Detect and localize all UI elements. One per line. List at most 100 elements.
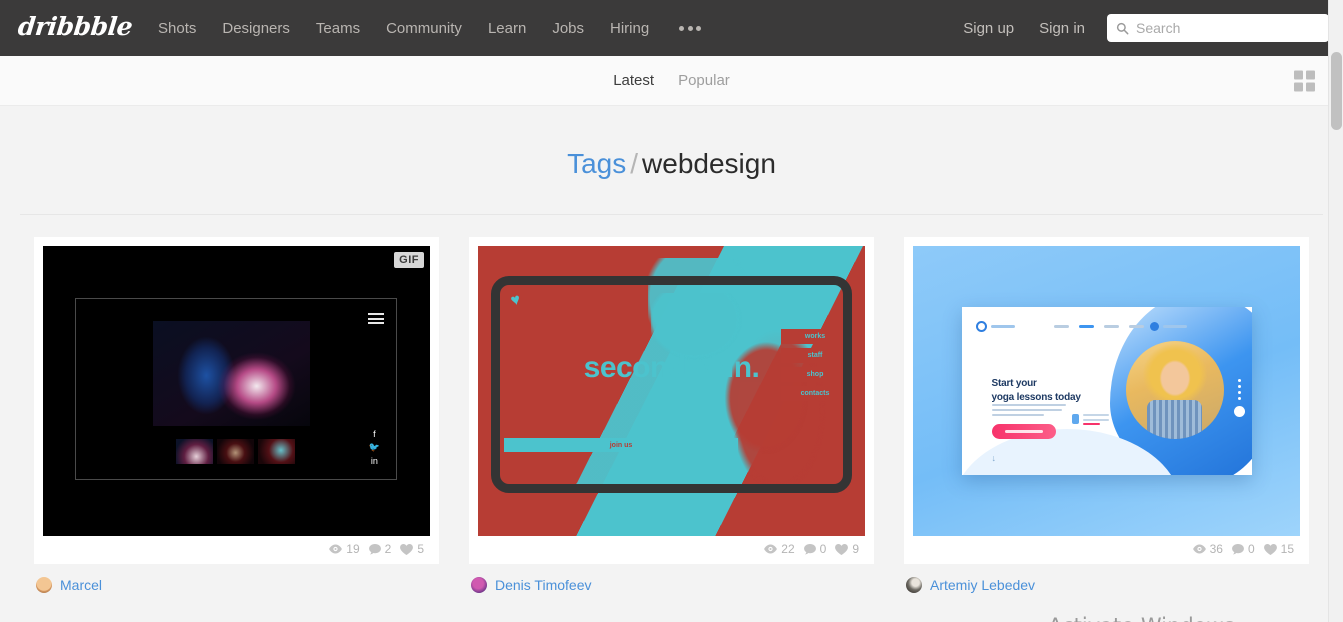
shot-stats-2: 22 0 9 <box>478 536 865 564</box>
likes-stat: 5 <box>400 542 424 556</box>
nav-link-learn[interactable]: Learn <box>488 20 526 37</box>
eye-icon <box>329 544 342 554</box>
dribbble-logo[interactable]: dribbble <box>16 12 133 44</box>
artwork-paragraph <box>992 404 1066 419</box>
nav-link-shots[interactable]: Shots <box>158 20 196 37</box>
views-stat: 22 <box>764 542 794 556</box>
nav-link-designers[interactable]: Designers <box>222 20 290 37</box>
avatar[interactable] <box>36 577 52 593</box>
eye-icon <box>1193 544 1206 554</box>
grid-view-icon[interactable] <box>1294 70 1315 91</box>
views-stat: 19 <box>329 542 359 556</box>
heart-icon <box>400 544 413 555</box>
page-title-section: Tags/webdesign <box>0 106 1343 214</box>
search-input[interactable] <box>1136 20 1320 36</box>
tab-popular[interactable]: Popular <box>678 72 730 89</box>
shot-card-1: GIF f 🐦 in <box>34 237 439 593</box>
heart-icon <box>1264 544 1277 555</box>
avatar[interactable] <box>906 577 922 593</box>
twitter-icon: 🐦 <box>369 442 380 453</box>
heart-icon <box>835 544 848 555</box>
sort-tabs: Latest Popular <box>613 72 730 89</box>
artwork-device-screen: ♥ second skin. works staff shop contacts… <box>500 285 843 484</box>
shot-grid: GIF f 🐦 in <box>0 215 1343 622</box>
header-right-area: Sign up Sign in <box>963 14 1329 42</box>
artwork-join-us-bar: join us <box>504 438 738 452</box>
play-button-icon <box>1234 406 1245 417</box>
author-name-link[interactable]: Marcel <box>60 577 102 593</box>
page-root: dribbble Shots Designers Teams Community… <box>0 0 1343 622</box>
page-scrollbar[interactable] <box>1328 0 1343 622</box>
views-stat: 36 <box>1193 542 1223 556</box>
artwork-heading-line1: Start your <box>992 378 1037 389</box>
artwork-menu: works staff shop contacts <box>781 329 843 401</box>
ellipsis-icon[interactable] <box>679 26 701 31</box>
artwork-thumbnail-strip <box>176 439 295 464</box>
artwork-menu-item-contacts: contacts <box>781 386 843 401</box>
comments-stat: 0 <box>1232 542 1255 556</box>
gif-badge: GIF <box>394 252 424 268</box>
artwork-device-mockup: ♥ second skin. works staff shop contacts… <box>491 276 852 493</box>
shot-card-frame[interactable]: GIF f 🐦 in <box>34 237 439 564</box>
nav-link-teams[interactable]: Teams <box>316 20 360 37</box>
likes-stat: 9 <box>835 542 859 556</box>
info-icon <box>1072 414 1079 424</box>
shot-thumbnail-3[interactable]: Start your yoga lessons today <box>913 246 1300 536</box>
artwork-heading-line2: yoga lessons today <box>992 392 1081 403</box>
comments-stat: 0 <box>804 542 827 556</box>
nav-link-community[interactable]: Community <box>386 20 462 37</box>
account-avatar-icon <box>1150 322 1159 331</box>
artwork-frame: f 🐦 in <box>75 298 397 480</box>
breadcrumb-tags-link[interactable]: Tags <box>567 148 626 179</box>
facebook-icon: f <box>373 429 376 439</box>
tab-latest[interactable]: Latest <box>613 72 654 89</box>
likes-count: 5 <box>417 542 424 556</box>
shot-stats-3: 36 0 15 <box>913 536 1300 564</box>
scroll-down-arrow-icon: ↓ <box>992 453 997 463</box>
artwork-cta-button <box>992 424 1056 439</box>
shot-author-2: Denis Timofeev <box>469 564 874 593</box>
artwork-portrait-photo <box>1126 341 1224 439</box>
primary-nav-links: Shots Designers Teams Community Learn Jo… <box>158 20 701 37</box>
comments-count: 0 <box>1248 542 1255 556</box>
top-navigation-bar: dribbble Shots Designers Teams Community… <box>0 0 1343 56</box>
likes-count: 9 <box>852 542 859 556</box>
shot-card-frame[interactable]: Start your yoga lessons today <box>904 237 1309 564</box>
nav-link-jobs[interactable]: Jobs <box>552 20 584 37</box>
views-count: 19 <box>346 542 359 556</box>
shot-thumbnail-2[interactable]: ♥ second skin. works staff shop contacts… <box>478 246 865 536</box>
views-count: 22 <box>781 542 794 556</box>
avatar[interactable] <box>471 577 487 593</box>
artwork-logo <box>976 321 1015 332</box>
sign-in-link[interactable]: Sign in <box>1039 20 1085 37</box>
shot-author-3: Artemiy Lebedev <box>904 564 1309 593</box>
scrollbar-thumb[interactable] <box>1331 52 1342 130</box>
artwork-account-area <box>1150 322 1187 331</box>
search-box[interactable] <box>1107 14 1329 42</box>
likes-count: 15 <box>1281 542 1294 556</box>
nav-link-hiring[interactable]: Hiring <box>610 20 649 37</box>
author-name-link[interactable]: Denis Timofeev <box>495 577 591 593</box>
shot-thumbnail-1[interactable]: GIF f 🐦 in <box>43 246 430 536</box>
shot-stats-1: 19 2 5 <box>43 536 430 564</box>
artwork-social-icons: f 🐦 in <box>369 429 380 466</box>
comment-icon <box>369 544 381 555</box>
author-name-link[interactable]: Artemiy Lebedev <box>930 577 1035 593</box>
artwork-side-info <box>1072 414 1109 428</box>
artwork-menu-item-shop: shop <box>781 367 843 382</box>
search-icon <box>1116 22 1129 35</box>
artwork-headline: second skin. <box>584 351 760 385</box>
circle-logo-icon <box>976 321 987 332</box>
artwork-slider-dots <box>1234 379 1245 417</box>
breadcrumb-separator: / <box>630 148 638 179</box>
comments-count: 0 <box>820 542 827 556</box>
artwork-heading: Start your yoga lessons today <box>992 377 1081 405</box>
page-title: Tags/webdesign <box>0 148 1343 180</box>
sign-up-link[interactable]: Sign up <box>963 20 1014 37</box>
artwork-nav <box>1054 325 1144 328</box>
hamburger-menu-icon <box>368 313 384 324</box>
likes-stat: 15 <box>1264 542 1294 556</box>
breadcrumb-current-tag: webdesign <box>642 148 776 179</box>
views-count: 36 <box>1210 542 1223 556</box>
shot-card-frame[interactable]: ♥ second skin. works staff shop contacts… <box>469 237 874 564</box>
